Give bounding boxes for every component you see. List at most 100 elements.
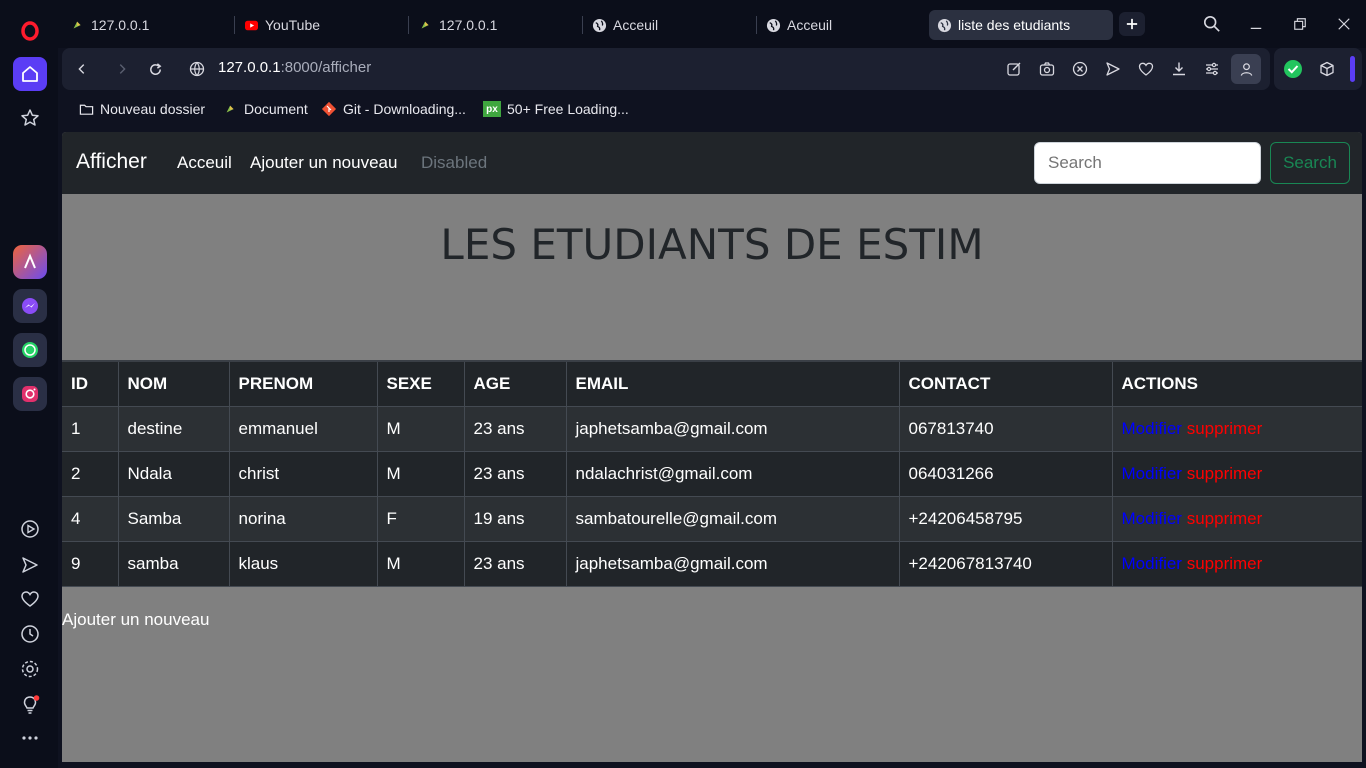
folder-icon xyxy=(78,101,94,117)
url-text[interactable]: 127.0.0.1:8000/afficher xyxy=(218,59,371,76)
globe-icon xyxy=(937,18,952,33)
cell-sexe: M xyxy=(377,541,465,587)
search-tabs-icon[interactable] xyxy=(1197,10,1227,38)
back-icon[interactable] xyxy=(69,56,95,82)
cell-actions: Modifier supprimer xyxy=(1112,406,1362,452)
bookmark-item[interactable]: Nouveau dossier xyxy=(78,101,205,117)
tab-strip: 127.0.0.1 YouTube 127.0.0.1 Acceuil Acce… xyxy=(58,0,1366,48)
bookmark-item[interactable]: px 50+ Free Loading... xyxy=(483,101,629,117)
send-icon[interactable] xyxy=(13,548,47,582)
delete-link[interactable]: supprimer xyxy=(1187,419,1263,438)
minimize-icon[interactable] xyxy=(1241,10,1271,38)
tab-title: 127.0.0.1 xyxy=(439,17,498,33)
nav-link-acceuil[interactable]: Acceuil xyxy=(177,153,232,173)
tab[interactable]: Acceuil xyxy=(758,10,926,40)
bookmark-label: Document xyxy=(244,101,308,117)
add-new-link[interactable]: Ajouter un nouveau xyxy=(62,610,209,630)
star-icon[interactable] xyxy=(13,101,47,135)
tab-separator xyxy=(408,16,409,34)
cell-nom: Ndala xyxy=(118,451,230,497)
cell-id: 2 xyxy=(62,451,119,497)
cell-sexe: F xyxy=(377,496,465,542)
home-icon[interactable] xyxy=(13,57,47,91)
modify-link[interactable]: Modifier xyxy=(1122,419,1182,438)
tab-separator xyxy=(756,16,757,34)
modify-link[interactable]: Modifier xyxy=(1122,464,1182,483)
delete-link[interactable]: supprimer xyxy=(1187,509,1263,528)
delete-link[interactable]: supprimer xyxy=(1187,554,1263,573)
bookmark-label: Nouveau dossier xyxy=(100,101,206,117)
cell-contact: +24206458795 xyxy=(899,496,1113,542)
extensions-cube-icon[interactable] xyxy=(1314,56,1340,82)
modify-link[interactable]: Modifier xyxy=(1122,554,1182,573)
heart-icon[interactable] xyxy=(13,582,47,616)
tab-title: Acceuil xyxy=(787,17,833,33)
vpn-check-icon[interactable] xyxy=(1280,56,1306,82)
send-page-icon[interactable] xyxy=(1100,56,1126,82)
cell-prenom: emmanuel xyxy=(229,406,378,452)
tab[interactable]: 127.0.0.1 xyxy=(62,10,230,40)
cell-email: sambatourelle@gmail.com xyxy=(566,496,900,542)
search-input[interactable] xyxy=(1034,142,1261,184)
cell-actions: Modifier supprimer xyxy=(1112,541,1362,587)
profile-icon[interactable] xyxy=(1231,54,1261,84)
easy-setup-icon[interactable] xyxy=(1199,56,1225,82)
search-button[interactable]: Search xyxy=(1270,142,1350,184)
edit-icon[interactable] xyxy=(1001,56,1027,82)
instagram-icon[interactable] xyxy=(13,377,47,411)
navbar: Afficher Acceuil Ajouter un nouveau Disa… xyxy=(62,132,1362,194)
tab[interactable]: YouTube xyxy=(236,10,404,40)
modify-link[interactable]: Modifier xyxy=(1122,509,1182,528)
history-icon[interactable] xyxy=(13,617,47,651)
whatsapp-icon[interactable] xyxy=(13,333,47,367)
table-header-row: ID NOM PRENOM SEXE AGE EMAIL CONTACT ACT… xyxy=(62,360,1362,407)
tab-active[interactable]: liste des etudiants xyxy=(929,10,1113,40)
bookmark-item[interactable]: Git - Downloading... xyxy=(321,101,466,117)
bookmark-heart-icon[interactable] xyxy=(1133,56,1159,82)
navbar-brand[interactable]: Afficher xyxy=(76,150,147,174)
opera-logo-icon[interactable] xyxy=(13,14,47,48)
delete-link[interactable]: supprimer xyxy=(1187,464,1263,483)
extensions-bar xyxy=(1274,48,1362,90)
column-header: NOM xyxy=(118,360,230,407)
new-tab-icon[interactable] xyxy=(1119,12,1145,36)
column-header: EMAIL xyxy=(566,360,900,407)
bookmark-label: 50+ Free Loading... xyxy=(507,101,629,117)
bookmark-label: Git - Downloading... xyxy=(343,101,466,117)
reload-icon[interactable] xyxy=(142,56,168,82)
cell-actions: Modifier supprimer xyxy=(1112,496,1362,542)
opera-sidebar xyxy=(0,0,58,768)
table-row: 9 samba klaus M 23 ans japhetsamba@gmail… xyxy=(62,541,1362,587)
tab[interactable]: 127.0.0.1 xyxy=(410,10,578,40)
player-icon[interactable] xyxy=(13,512,47,546)
camera-icon[interactable] xyxy=(1034,56,1060,82)
globe-icon xyxy=(592,18,607,33)
cell-prenom: norina xyxy=(229,496,378,542)
column-header: CONTACT xyxy=(899,360,1113,407)
bookmarks-bar: Nouveau dossier Document Git - Downloadi… xyxy=(62,92,1366,130)
messenger-icon[interactable] xyxy=(13,289,47,323)
settings-icon[interactable] xyxy=(13,652,47,686)
lightbulb-icon[interactable] xyxy=(13,688,47,722)
cell-nom: destine xyxy=(118,406,230,452)
column-header: PRENOM xyxy=(229,360,378,407)
sidebar-toggle-icon[interactable] xyxy=(1350,56,1355,82)
close-window-icon[interactable] xyxy=(1329,10,1359,38)
cell-id: 4 xyxy=(62,496,119,542)
nav-link-ajouter[interactable]: Ajouter un nouveau xyxy=(250,153,397,173)
adblock-icon[interactable] xyxy=(1067,56,1093,82)
site-info-icon[interactable] xyxy=(184,56,210,82)
git-icon xyxy=(321,101,337,117)
bookmark-item[interactable]: Document xyxy=(222,101,308,117)
cell-id: 1 xyxy=(62,406,119,452)
url-host: 127.0.0.1 xyxy=(218,59,281,76)
px-icon: px xyxy=(483,101,501,117)
forward-icon[interactable] xyxy=(109,56,135,82)
cell-nom: samba xyxy=(118,541,230,587)
aria-app-icon[interactable] xyxy=(13,245,47,279)
download-icon[interactable] xyxy=(1166,56,1192,82)
laravel-icon xyxy=(222,101,238,117)
more-icon[interactable] xyxy=(13,721,47,755)
restore-icon[interactable] xyxy=(1285,10,1315,38)
tab[interactable]: Acceuil xyxy=(584,10,752,40)
